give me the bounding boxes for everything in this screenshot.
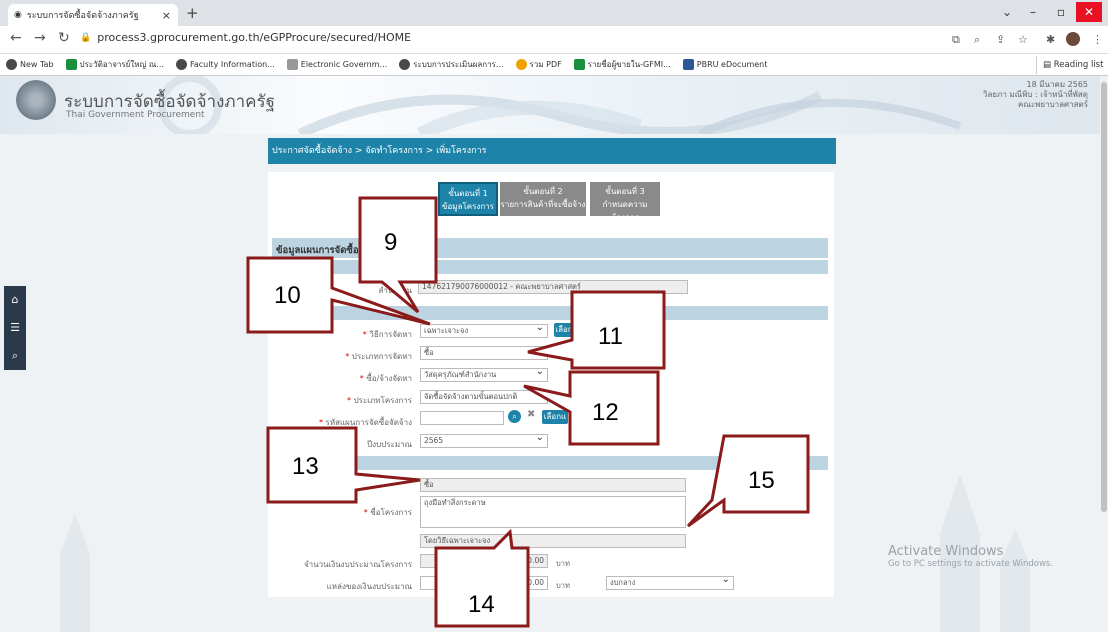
callout-number-14: 14 [468, 591, 495, 618]
callout-12 [523, 370, 660, 446]
callout-number-10: 10 [274, 282, 301, 309]
callout-number-12: 12 [592, 399, 619, 426]
callout-number-9: 9 [384, 229, 397, 256]
callout-number-13: 13 [292, 453, 319, 480]
callout-9 [358, 196, 438, 314]
callout-13 [266, 426, 421, 504]
watermark-subtitle: Go to PC settings to activate Windows. [888, 559, 1054, 569]
callout-number-11: 11 [598, 323, 623, 350]
activate-windows-watermark: Activate Windows Go to PC settings to ac… [888, 544, 1053, 569]
watermark-title: Activate Windows [888, 544, 1004, 559]
annotation-layer: 9 10 11 12 13 14 15 [246, 196, 810, 628]
callout-11 [527, 290, 666, 370]
callout-number-15: 15 [748, 467, 775, 494]
